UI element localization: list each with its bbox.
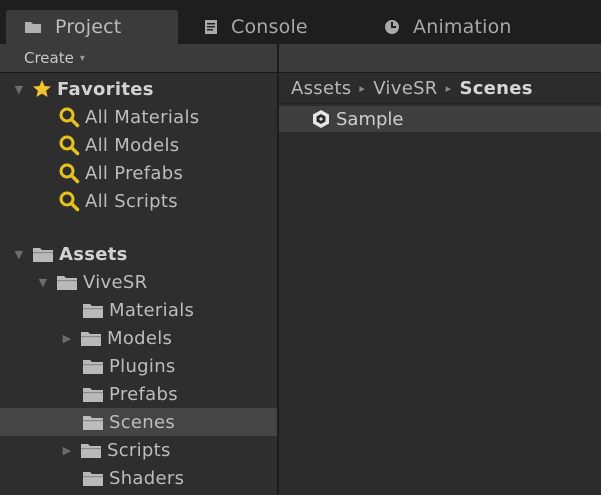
tab-label: Animation xyxy=(413,16,512,38)
clock-icon xyxy=(384,19,400,35)
folder-tree: ▼ Favorites All Materials All Models All… xyxy=(0,73,279,495)
tree-item-label: Scripts xyxy=(107,439,171,461)
tree-item-scripts[interactable]: ▶ Scripts xyxy=(0,436,277,464)
expand-arrow-icon[interactable]: ▼ xyxy=(12,83,26,96)
tree-item-label: Models xyxy=(107,327,173,349)
tree-item-materials[interactable]: Materials xyxy=(0,296,277,324)
tree-item-label: Assets xyxy=(59,243,128,265)
tree-item-label: Shaders xyxy=(109,467,185,489)
tree-item-scenes[interactable]: Scenes xyxy=(0,408,277,436)
toolbar: Create ▾ xyxy=(0,44,601,73)
tree-item-all-models[interactable]: All Models xyxy=(0,131,277,159)
tab-label: Project xyxy=(55,16,122,38)
console-icon xyxy=(204,19,218,35)
tree-item-label: All Scripts xyxy=(85,190,178,212)
tree-item-all-materials[interactable]: All Materials xyxy=(0,103,277,131)
tree-item-all-prefabs[interactable]: All Prefabs xyxy=(0,159,277,187)
folder-icon xyxy=(80,441,102,459)
tree-item-shaders[interactable]: Shaders xyxy=(0,464,277,492)
folder-icon xyxy=(32,245,54,263)
tree-item-label: ViveSR xyxy=(83,271,148,293)
folder-icon xyxy=(82,413,104,431)
create-button[interactable]: Create ▾ xyxy=(14,47,110,69)
breadcrumb-separator-icon: ▸ xyxy=(359,81,366,95)
tree-item-label: All Models xyxy=(85,134,180,156)
asset-label: Sample xyxy=(336,108,404,130)
tab-console[interactable]: Console xyxy=(186,10,364,44)
asset-item-sample[interactable]: Sample xyxy=(279,106,601,132)
tree-item-plugins[interactable]: Plugins xyxy=(0,352,277,380)
folder-icon xyxy=(82,385,104,403)
tab-bar: Project Console Animation xyxy=(0,0,601,44)
folder-icon xyxy=(82,469,104,487)
tree-item-label: Materials xyxy=(109,299,195,321)
unity-scene-icon xyxy=(311,109,331,129)
folder-icon xyxy=(56,273,78,291)
folder-icon xyxy=(82,357,104,375)
tree-item-models[interactable]: ▶ Models xyxy=(0,324,277,352)
tree-item-all-scripts[interactable]: All Scripts xyxy=(0,187,277,215)
expand-arrow-icon[interactable]: ▶ xyxy=(60,444,74,457)
breadcrumb-item-scenes[interactable]: Scenes xyxy=(459,78,532,99)
expand-arrow-icon[interactable]: ▼ xyxy=(36,276,50,289)
create-label: Create xyxy=(24,49,74,67)
search-icon xyxy=(58,106,80,128)
breadcrumb-item-assets[interactable]: Assets xyxy=(291,78,351,99)
tree-item-assets[interactable]: ▼ Assets xyxy=(0,240,277,268)
tree-item-label: Favorites xyxy=(57,78,154,100)
search-icon xyxy=(58,162,80,184)
tree-item-label: All Prefabs xyxy=(85,162,184,184)
tab-animation[interactable]: Animation xyxy=(366,10,566,44)
search-icon xyxy=(58,134,80,156)
folder-icon xyxy=(82,301,104,319)
breadcrumb-separator-icon: ▸ xyxy=(445,81,452,95)
chevron-down-icon: ▾ xyxy=(79,52,85,64)
panel-divider[interactable] xyxy=(277,44,279,495)
folder-icon xyxy=(80,329,102,347)
expand-arrow-icon[interactable]: ▶ xyxy=(60,332,74,345)
tree-item-label: Prefabs xyxy=(109,383,178,405)
tree-item-prefabs[interactable]: Prefabs xyxy=(0,380,277,408)
asset-browser: Assets ▸ ViveSR ▸ Scenes Sample xyxy=(279,73,601,495)
tree-item-label: All Materials xyxy=(85,106,200,128)
search-icon xyxy=(58,190,80,212)
tree-item-label: Plugins xyxy=(109,355,176,377)
tree-item-label: Scenes xyxy=(109,411,176,433)
tree-item-vivesr[interactable]: ▼ ViveSR xyxy=(0,268,277,296)
tab-label: Console xyxy=(231,16,308,38)
tab-project[interactable]: Project xyxy=(6,10,178,44)
breadcrumb-item-vivesr[interactable]: ViveSR xyxy=(373,78,437,99)
tree-item-favorites[interactable]: ▼ Favorites xyxy=(0,75,277,103)
expand-arrow-icon[interactable]: ▼ xyxy=(12,248,26,261)
star-icon xyxy=(32,79,52,99)
breadcrumb: Assets ▸ ViveSR ▸ Scenes xyxy=(279,73,601,104)
project-window: Project Console Animation Create ▾ ▼ Fav… xyxy=(0,0,601,495)
folder-icon xyxy=(24,20,42,34)
